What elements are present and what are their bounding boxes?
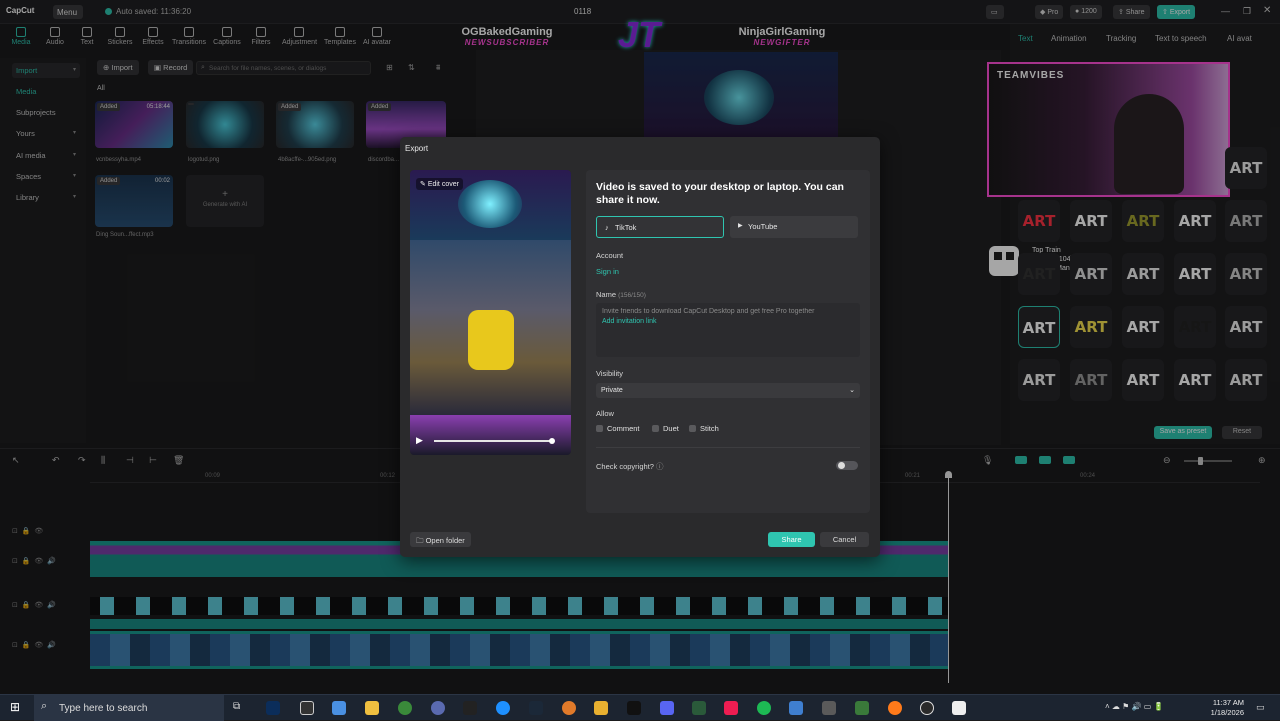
stitch-label: Stitch xyxy=(700,424,719,433)
windows-start-icon[interactable]: ⊞ xyxy=(10,700,20,714)
share-submit-button[interactable]: Share xyxy=(768,532,815,547)
sign-in-link[interactable]: Sign in xyxy=(596,267,619,276)
duet-label: Duet xyxy=(663,424,679,433)
system-tray-icons[interactable]: ˄ ☁ ⚑ 🔊 ▭ 🔋 xyxy=(1105,702,1163,711)
clock-date: 1/18/2026 xyxy=(1210,708,1244,717)
comment-checkbox[interactable]: Comment xyxy=(596,424,640,433)
clock[interactable]: 11:37 AM 1/18/2026 xyxy=(1196,698,1244,718)
tiktok-taskbar-icon[interactable] xyxy=(724,701,738,715)
windows-taskbar: ⊞ ⌕ Type here to search ⧉ ˄ ☁ ⚑ 🔊 ▭ 🔋 11… xyxy=(0,694,1280,721)
toggle-knob xyxy=(838,462,845,469)
name-label: Name (156/150) xyxy=(596,290,646,299)
scrub-bar[interactable] xyxy=(434,438,555,444)
folder-icon[interactable] xyxy=(365,701,379,715)
name-textarea[interactable]: Invite friends to download CapCut Deskto… xyxy=(596,303,860,357)
open-folder-button[interactable]: 🗀 Open folder xyxy=(410,532,471,547)
player-bar xyxy=(410,415,571,455)
open-folder-label: Open folder xyxy=(425,536,465,545)
media-player-icon[interactable] xyxy=(920,701,934,715)
tiktok-icon: ♪ xyxy=(605,223,609,232)
capcut-taskbar-icon[interactable] xyxy=(300,701,314,715)
search-icon: ⌕ xyxy=(41,700,48,712)
folder-icon: 🗀 xyxy=(416,536,424,545)
tiktok-label: TikTok xyxy=(615,223,637,232)
taskbar-search-placeholder: Type here to search xyxy=(59,703,148,714)
logo-image xyxy=(458,180,522,228)
edit-cover-button[interactable]: ✎ Edit cover xyxy=(416,178,463,190)
checkbox-icon xyxy=(596,425,603,432)
youtube-icon: ▶ xyxy=(738,223,743,229)
minecraft-icon[interactable] xyxy=(855,701,869,715)
scrub-handle[interactable] xyxy=(549,438,555,444)
spotify-icon[interactable] xyxy=(757,701,771,715)
allow-label: Allow xyxy=(596,409,614,418)
pinned-app-icon[interactable] xyxy=(952,701,966,715)
copyright-text: Check copyright? xyxy=(596,462,654,471)
visibility-value: Private xyxy=(601,387,623,394)
duet-checkbox[interactable]: Duet xyxy=(652,424,679,433)
cover-scene-image xyxy=(410,240,571,415)
youtube-label: YouTube xyxy=(748,222,778,231)
explorer-icon[interactable] xyxy=(332,701,346,715)
notification-icon[interactable]: ▭ xyxy=(1256,702,1265,713)
excel-icon[interactable] xyxy=(692,701,706,715)
taskbar-search[interactable]: ⌕ Type here to search xyxy=(34,695,224,721)
play-icon[interactable]: ▶ xyxy=(416,435,423,446)
stitch-checkbox[interactable]: Stitch xyxy=(689,424,719,433)
checkbox-icon xyxy=(689,425,696,432)
cover-preview: ✎ Edit cover ▶ xyxy=(410,170,571,455)
copyright-toggle[interactable] xyxy=(836,461,858,470)
discord-icon[interactable] xyxy=(660,701,674,715)
name-label-text: Name xyxy=(596,290,617,299)
capcut-icon[interactable] xyxy=(627,701,641,715)
youtube-button[interactable]: ▶ YouTube xyxy=(730,216,858,238)
copyright-label: Check copyright? ⓘ xyxy=(596,461,664,472)
chevron-down-icon: ⌄ xyxy=(849,387,855,394)
task-view-icon[interactable]: ⧉ xyxy=(233,701,247,715)
chrome-icon[interactable] xyxy=(398,701,412,715)
cancel-button[interactable]: Cancel xyxy=(820,532,869,547)
account-label: Account xyxy=(596,251,624,260)
steam-icon[interactable] xyxy=(529,701,543,715)
comment-label: Comment xyxy=(607,424,640,433)
edge-icon[interactable] xyxy=(496,701,510,715)
info-icon[interactable]: ⓘ xyxy=(656,462,664,471)
scrub-progress xyxy=(434,440,552,442)
photoshop-icon[interactable] xyxy=(266,701,280,715)
epic-games-icon[interactable] xyxy=(463,701,477,715)
add-invitation-link[interactable]: Add invitation link xyxy=(602,318,656,325)
app-icon[interactable] xyxy=(822,701,836,715)
share-form: Video is saved to your desktop or laptop… xyxy=(586,170,870,513)
car-image xyxy=(468,310,514,370)
export-dialog: Export ✎ Edit cover ▶ Video is saved to … xyxy=(400,137,880,557)
game-launcher-icon[interactable] xyxy=(562,701,576,715)
visibility-select[interactable]: Private ⌄ xyxy=(596,383,860,398)
files-icon[interactable] xyxy=(594,701,608,715)
clock-time: 11:37 AM xyxy=(1212,698,1244,707)
firefox-icon[interactable] xyxy=(888,701,902,715)
obs-icon[interactable] xyxy=(431,701,445,715)
name-text: Invite friends to download CapCut Deskto… xyxy=(602,308,815,315)
name-count: (156/150) xyxy=(618,292,646,299)
outlook-icon[interactable] xyxy=(789,701,803,715)
checkbox-icon xyxy=(652,425,659,432)
divider xyxy=(596,447,860,448)
edit-cover-label: Edit cover xyxy=(427,181,459,188)
dialog-title: Export xyxy=(405,144,429,153)
visibility-label: Visibility xyxy=(596,369,623,378)
share-heading: Video is saved to your desktop or laptop… xyxy=(596,181,844,206)
tiktok-button[interactable]: ♪ TikTok xyxy=(596,216,724,238)
